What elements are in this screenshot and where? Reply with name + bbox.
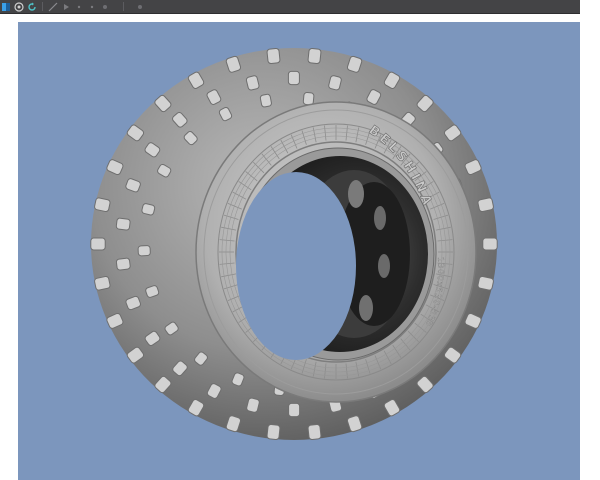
- bore-opening: [236, 172, 356, 360]
- toolbar-separator: [42, 2, 43, 11]
- tread-lug: [90, 237, 106, 251]
- tread-lug: [137, 245, 151, 257]
- tread-lug: [266, 48, 281, 64]
- tire-3d-model[interactable]: BELSHINA 1300x530-533: [18, 22, 580, 480]
- render-mode-icon[interactable]: [14, 1, 24, 12]
- refresh-icon[interactable]: [27, 2, 37, 12]
- ruler-icon[interactable]: [48, 2, 58, 12]
- viewport-shading-icon[interactable]: [1, 2, 11, 12]
- viewport-toolbar: [0, 0, 580, 14]
- tread-lug: [307, 424, 322, 440]
- tread-lug: [94, 197, 111, 213]
- tread-lug: [115, 257, 131, 271]
- toolbar-separator: [123, 2, 124, 11]
- tread-lug: [266, 424, 281, 440]
- tread-lug: [141, 203, 156, 216]
- dot-icon[interactable]: [87, 2, 97, 12]
- dot-icon[interactable]: [100, 2, 110, 12]
- application-window: BELSHINA 1300x530-533: [0, 0, 600, 480]
- tread-lug: [115, 217, 131, 231]
- 3d-viewport[interactable]: BELSHINA 1300x530-533: [18, 22, 580, 480]
- play-icon[interactable]: [61, 2, 71, 12]
- tread-lug: [288, 402, 301, 418]
- tread-lug: [302, 92, 315, 106]
- tread-lug: [259, 93, 272, 108]
- tread-lug: [287, 70, 300, 86]
- tread-lug: [482, 237, 498, 251]
- tread-lug: [94, 275, 111, 291]
- dot-icon[interactable]: [135, 2, 145, 12]
- tread-lug: [307, 48, 322, 64]
- tread-lug: [477, 197, 494, 213]
- dot-icon[interactable]: [74, 2, 84, 12]
- tread-lug: [477, 275, 494, 291]
